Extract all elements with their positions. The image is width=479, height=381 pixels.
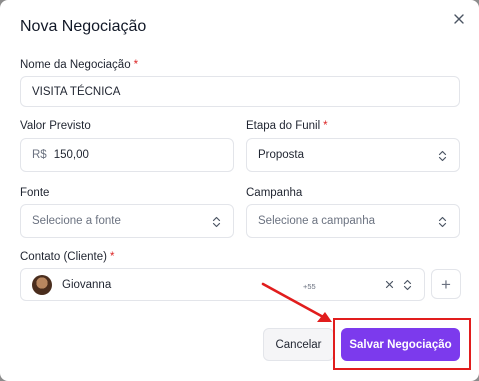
campaign-select[interactable]: Selecione a campanha — [246, 204, 460, 238]
currency-prefix: R$ — [32, 149, 47, 161]
modal-title: Nova Negociação — [20, 18, 147, 35]
contact-select[interactable]: Giovanna — [20, 268, 425, 301]
add-contact-button[interactable]: + — [431, 269, 461, 299]
required-marker: * — [109, 251, 115, 263]
expected-value-input[interactable]: R$ 150,00 — [20, 138, 234, 172]
required-marker: * — [133, 59, 139, 71]
chevron-updown-icon — [438, 150, 447, 162]
deal-name-input[interactable]: VISITA TÉCNICA — [20, 76, 460, 107]
chevron-updown-icon — [438, 216, 447, 228]
contact-label: Contato (Cliente) * — [20, 251, 115, 263]
source-select[interactable]: Selecione a fonte — [20, 204, 234, 238]
expected-value-label: Valor Previsto — [20, 120, 91, 132]
deal-name-label: Nome da Negociação * — [20, 59, 139, 71]
chevron-updown-icon — [403, 279, 412, 291]
country-code-badge: +55 — [303, 282, 316, 291]
avatar — [32, 274, 52, 295]
contact-value: Giovanna — [62, 278, 112, 291]
deal-name-value: VISITA TÉCNICA — [32, 85, 121, 98]
campaign-placeholder: Selecione a campanha — [258, 215, 375, 227]
funnel-stage-select[interactable]: Proposta — [246, 138, 460, 172]
source-placeholder: Selecione a fonte — [32, 215, 121, 227]
chevron-updown-icon — [212, 216, 221, 228]
save-deal-button[interactable]: Salvar Negociação — [341, 328, 460, 361]
clear-icon[interactable] — [385, 280, 394, 289]
source-label: Fonte — [20, 187, 50, 199]
funnel-stage-label: Etapa do Funil * — [246, 120, 328, 132]
required-marker: * — [323, 120, 328, 132]
funnel-stage-value: Proposta — [258, 149, 305, 161]
cancel-button[interactable]: Cancelar — [263, 328, 334, 361]
plus-icon: + — [441, 274, 451, 294]
expected-value-value: 150,00 — [53, 149, 89, 161]
campaign-label: Campanha — [246, 187, 303, 199]
close-icon[interactable] — [452, 12, 466, 26]
new-deal-modal: Nova Negociação Nome da Negociação * VISI… — [0, 0, 479, 381]
